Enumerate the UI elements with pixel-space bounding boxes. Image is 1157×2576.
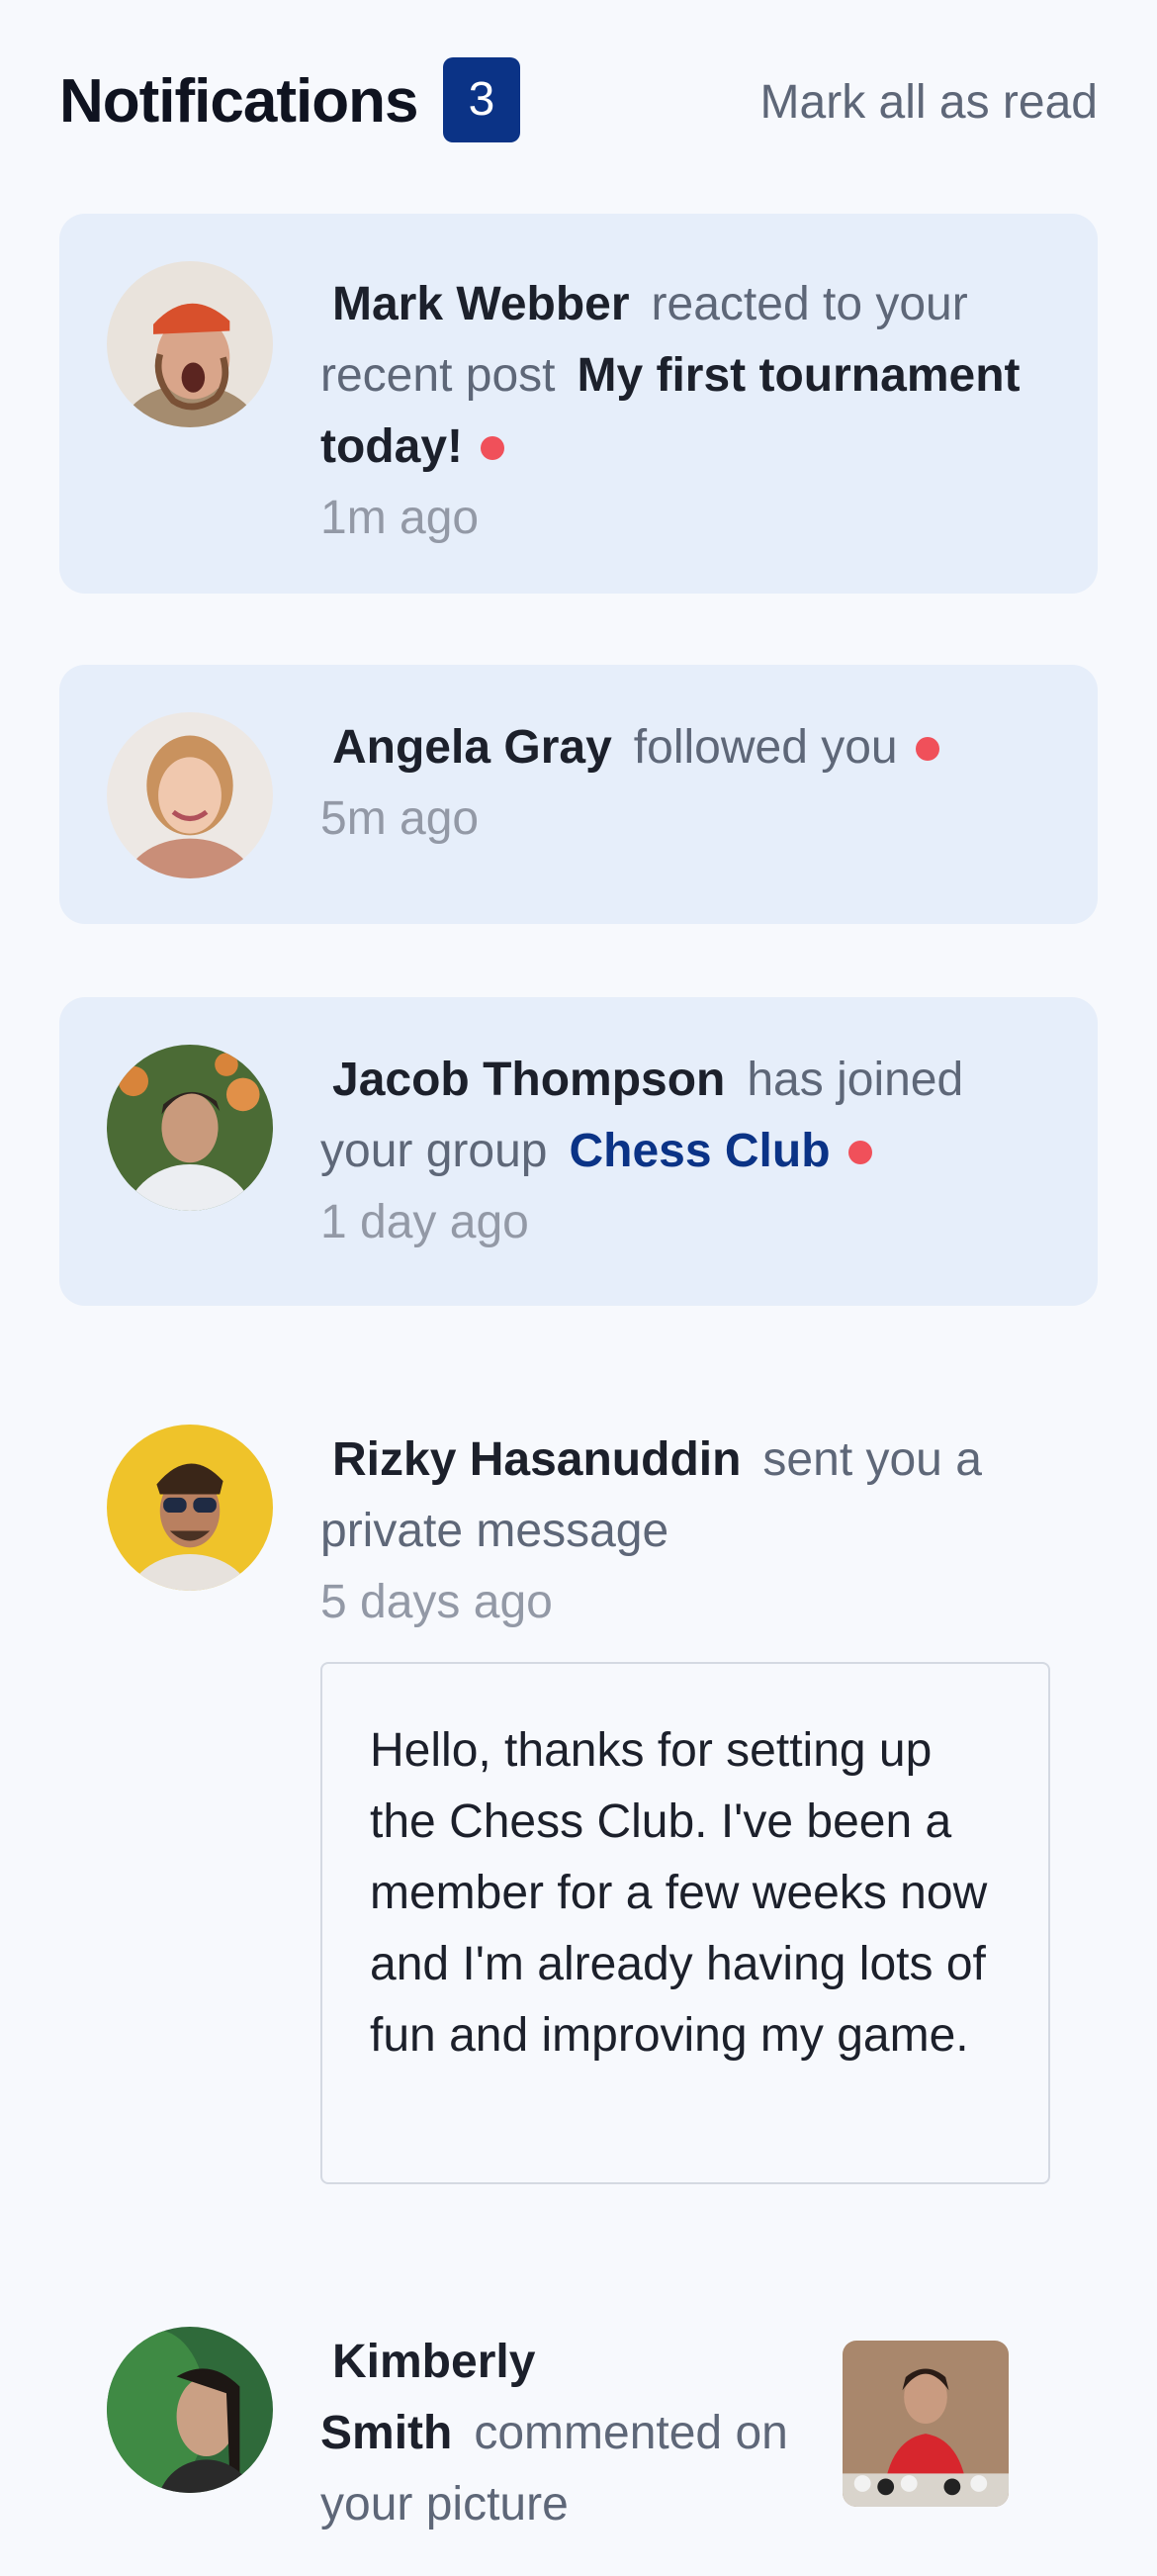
user-name[interactable]: Jacob Thompson xyxy=(332,1054,725,1106)
avatar-kimberly-smith[interactable] xyxy=(107,2327,273,2493)
commented-picture-thumbnail[interactable] xyxy=(843,2341,1009,2507)
user-name[interactable]: Mark Webber xyxy=(332,278,630,330)
avatar-image xyxy=(107,1045,273,1211)
notification-action: followed you xyxy=(633,721,898,774)
notification-item[interactable]: Jacob Thompson has joined your group Chess… xyxy=(59,997,1098,1306)
avatar-angela-gray[interactable] xyxy=(107,712,273,878)
chess-photo-image xyxy=(843,2341,1009,2507)
avatar-image xyxy=(107,261,273,427)
unread-dot-icon xyxy=(915,737,939,761)
notification-text: Rizky Hasanuddin sent you a private messa… xyxy=(320,1425,1052,1638)
user-name[interactable]: Angela Gray xyxy=(332,721,612,774)
notification-time: 1m ago xyxy=(320,492,480,544)
avatar-jacob-thompson[interactable] xyxy=(107,1045,273,1211)
avatar-mark-webber[interactable] xyxy=(107,261,273,427)
avatar-rizky-hasanuddin[interactable] xyxy=(107,1425,273,1591)
avatar-image xyxy=(107,2327,273,2493)
notification-text: Jacob Thompson has joined your group Chess… xyxy=(320,1045,1052,1258)
notification-item[interactable]: Mark Webber reacted to your recent post My… xyxy=(59,214,1098,594)
private-message-box[interactable]: Hello, thanks for setting up the Chess C… xyxy=(320,1662,1050,2184)
notification-text: Mark Webber reacted to your recent post My… xyxy=(320,269,1052,554)
notification-time: 1 day ago xyxy=(320,1196,529,1248)
notification-text: Angela Gray followed you 5m ago xyxy=(320,712,1052,855)
unread-count-badge: 3 xyxy=(443,57,520,142)
group-link[interactable]: Chess Club xyxy=(569,1125,830,1177)
unread-dot-icon xyxy=(481,436,504,460)
notification-time: 5m ago xyxy=(320,792,480,845)
notification-time: 5 days ago xyxy=(320,1576,553,1628)
unread-dot-icon xyxy=(847,1141,872,1164)
mark-all-read-button[interactable]: Mark all as read xyxy=(760,73,1098,133)
notifications-header: Notifications 3 Mark all as read xyxy=(0,0,1157,208)
user-name[interactable]: Rizky Hasanuddin xyxy=(332,1433,741,1486)
avatar-image xyxy=(107,1425,273,1591)
avatar-image xyxy=(107,712,273,878)
notification-text: Kimberly Smith commented on your picture xyxy=(320,2327,874,2540)
page-title: Notifications xyxy=(59,67,418,136)
notification-item[interactable]: Angela Gray followed you 5m ago xyxy=(59,665,1098,924)
